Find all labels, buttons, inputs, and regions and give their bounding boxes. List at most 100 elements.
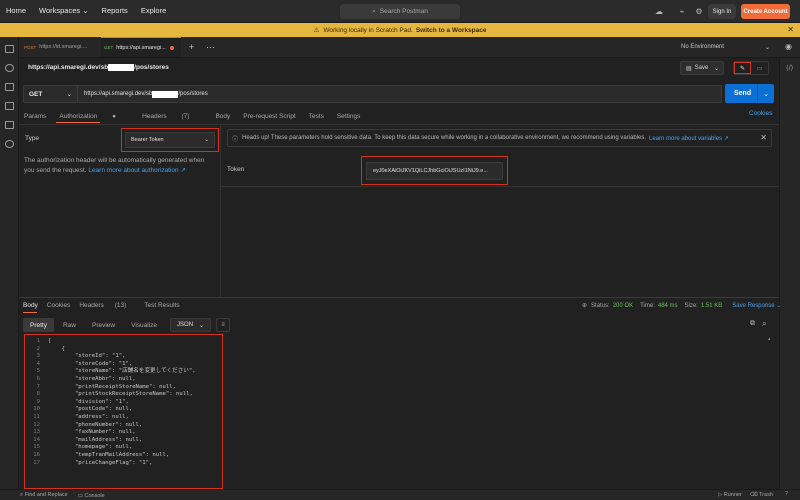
new-tab-button[interactable]: + [186, 37, 200, 57]
highlight-box-token [361, 156, 508, 185]
gear-icon[interactable]: ⚙ [693, 5, 705, 17]
chevron-down-icon: ⌄ [763, 90, 769, 98]
trash-icon: ⌫ [749, 492, 758, 498]
documentation-icon[interactable]: ⟨/⟩ [786, 64, 793, 72]
send-button[interactable]: Send ⌄ [725, 84, 774, 103]
nav-reports[interactable]: Reports [102, 6, 128, 15]
redaction-block [152, 90, 179, 98]
active-tab-indicator [56, 122, 100, 123]
type-label: Type [25, 135, 40, 142]
wrap-lines-icon[interactable]: ≡ [216, 318, 231, 332]
response-meta: ⊕ Status: 200 OK Time: 484 ms Size: 1.51 KB… [582, 302, 782, 310]
satellite-icon[interactable]: ⌁ [676, 5, 688, 17]
save-icon: ▤ [686, 65, 692, 72]
status-bar: ⌕ Find and Replace ▭ Console ▷ Runner ⌫ … [0, 489, 800, 500]
resp-tab-headers[interactable]: Headers (13) [79, 302, 135, 309]
highlight-box-response [24, 334, 223, 489]
redaction-block [108, 64, 135, 71]
monitors-icon[interactable] [5, 121, 14, 129]
response-divider[interactable] [19, 297, 779, 298]
copy-icon[interactable]: ⧉ [750, 320, 755, 328]
scratch-pad-banner: ⚠ Working locally in Scratch Pad. Switch… [0, 23, 800, 37]
learn-variables-link[interactable]: Learn more about variables ↗ [649, 135, 729, 142]
tab-get-stores[interactable]: GET https://api.smaregi... [101, 37, 181, 57]
eye-icon[interactable]: ◉ [785, 42, 792, 51]
switch-workspace-link[interactable]: Switch to a Workspace [416, 27, 487, 34]
tab-authorization[interactable]: Authorization ● [59, 113, 129, 120]
console-button[interactable]: ▭ Console [78, 493, 105, 499]
nav-workspaces[interactable]: Workspaces ⌄ [39, 6, 89, 15]
response-tabs: Body Cookies Headers (13) Test Results [23, 302, 189, 309]
view-tab-raw[interactable]: Raw [56, 318, 83, 332]
tab-tests[interactable]: Tests [309, 113, 324, 120]
nav-home[interactable]: Home [6, 6, 26, 15]
tab-post-token[interactable]: POST https://id.smaregi.... [21, 37, 99, 57]
status-badge: 200 OK [612, 302, 634, 309]
search-input[interactable]: ⌕ Search Postman [340, 4, 460, 19]
resp-tab-cookies[interactable]: Cookies [47, 302, 70, 309]
tab-body[interactable]: Body [215, 113, 230, 120]
apis-icon[interactable] [5, 64, 14, 72]
view-toggle-group: ✎ ▭ [733, 61, 769, 75]
view-tab-preview[interactable]: Preview [85, 318, 122, 332]
collections-icon[interactable] [5, 45, 14, 53]
info-icon: ⓘ [232, 136, 239, 143]
right-sidebar: ⟨/⟩ [779, 58, 800, 489]
tab-headers[interactable]: Headers (7) [142, 113, 202, 120]
format-select[interactable]: JSON ⌄ [170, 318, 212, 332]
console-icon: ▭ [77, 492, 83, 499]
runner-icon: ▷ [718, 492, 723, 498]
search-icon: ⌕ [20, 492, 24, 498]
nav-explore[interactable]: Explore [141, 6, 166, 15]
view-tab-visualize[interactable]: Visualize [124, 318, 164, 332]
trash-button[interactable]: ⌫ Trash [750, 492, 773, 498]
save-button[interactable]: ▤ Save ⌄ [680, 61, 724, 75]
left-sidebar [0, 37, 19, 489]
chevron-down-icon: ⌄ [199, 322, 205, 329]
url-input[interactable]: https://api.smaregi.dev/sb/pos/stores [78, 85, 722, 103]
response-view-tabs: Pretty Raw Preview Visualize JSON ⌄ ≡ [23, 318, 231, 332]
search-icon[interactable]: ⌕ [762, 319, 766, 329]
chevron-down-icon: ⌄ [713, 65, 719, 72]
request-tabs: Params Authorization ● Headers (7) Body … [24, 110, 373, 122]
comment-icon[interactable]: ▭ [751, 62, 768, 74]
chevron-down-icon: ⌄ [66, 91, 72, 98]
auth-help-text: The authorization header will be automat… [24, 157, 205, 174]
history-icon[interactable] [5, 140, 14, 148]
highlight-box-auth-type [121, 128, 219, 152]
tab-pre-request-script[interactable]: Pre-request Script [243, 113, 295, 120]
sign-in-button[interactable]: Sign In [708, 4, 736, 19]
tab-settings[interactable]: Settings [337, 113, 361, 120]
token-label: Token [227, 166, 245, 173]
active-dot-icon: ● [112, 112, 117, 120]
heads-up-notice: ⓘ Heads up! These parameters hold sensit… [227, 129, 772, 147]
chevron-down-icon: ⌄ [82, 6, 89, 15]
cookies-link[interactable]: Cookies [749, 110, 772, 117]
divider [221, 186, 779, 187]
close-icon[interactable]: ✕ [787, 25, 794, 34]
help-icon[interactable]: ? [785, 491, 788, 497]
resp-tab-body[interactable]: Body [23, 302, 38, 309]
view-tab-pretty[interactable]: Pretty [23, 318, 54, 332]
create-account-button[interactable]: Create Account [741, 4, 790, 19]
more-tabs-icon[interactable]: ⋯ [203, 37, 217, 57]
method-select[interactable]: GET ⌄ [23, 85, 78, 103]
tab-params[interactable]: Params [24, 113, 46, 120]
search-icon: ⌕ [372, 7, 376, 15]
resp-tab-test-results[interactable]: Test Results [144, 302, 179, 309]
unsaved-dot-icon [169, 45, 174, 50]
save-response-button[interactable]: Save Response ⌄ [732, 302, 781, 309]
chevron-down-icon: ⌄ [764, 44, 770, 51]
cloud-offline-icon[interactable]: ☁ [653, 5, 665, 17]
mock-servers-icon[interactable] [5, 102, 14, 110]
environment-select[interactable]: No Environment ⌄ [673, 40, 770, 54]
scrollbar[interactable]: ▴ [768, 336, 772, 486]
edit-icon[interactable]: ✎ [734, 62, 751, 74]
request-title: https://api.smaregi.dev/sb/pos/stores [28, 64, 169, 72]
close-icon[interactable]: ✕ [760, 133, 767, 142]
runner-button[interactable]: ▷ Runner [718, 492, 742, 498]
active-tab-indicator [23, 312, 37, 313]
learn-auth-link[interactable]: Learn more about authorization ↗ [88, 167, 186, 174]
find-replace-button[interactable]: ⌕ Find and Replace [20, 492, 68, 499]
environments-icon[interactable] [5, 83, 14, 91]
